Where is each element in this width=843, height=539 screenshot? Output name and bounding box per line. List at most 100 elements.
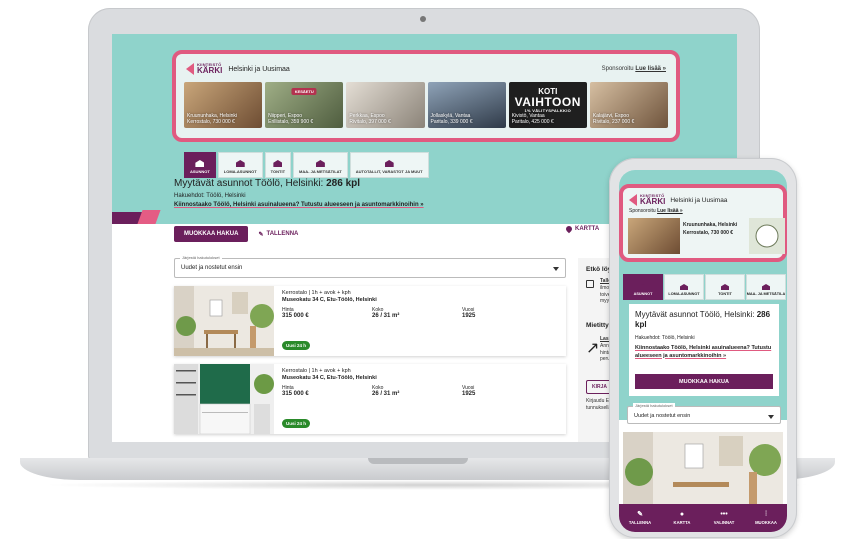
tab-loma-asunnot[interactable]: LOMA-ASUNNOT [664,274,704,300]
page-title: Myytävät asunnot Töölö, Helsinki: 286 kp… [174,178,361,189]
tab-maa-ja-metsatilat[interactable]: MAA- JA METSÄTILA [746,274,786,300]
sort-label: Järjestä hakutulokset [633,403,675,408]
sponsored-tiles: Kruununhaka, Helsinki Kerrostalo, 730 000… [184,82,669,128]
phone-screen: KIINTEISTÖ KÄRKI Helsinki ja Uusimaa Spo… [619,170,787,532]
tile-price: Kerrostalo, 730 000 € [187,118,235,125]
listing-details: Kerrostalo | 1h + avok + kph Museokatu 3… [282,368,560,397]
sponsored-tile-photo[interactable] [749,218,785,254]
sponsored-tile-text[interactable]: Kruununhaka, Helsinki Kerrostalo, 730 00… [683,222,737,237]
sort-value: Uudet ja nostetut ensin [634,413,691,419]
sponsor-region: Helsinki ja Uusimaa [670,196,728,204]
sponsored-tile[interactable]: KOTI VAIHTOON 1% VÄLITYSPALKKIO Kivistö,… [508,82,587,128]
nav-options[interactable]: ••• VALINNAT [703,504,745,532]
edit-icon: ✎ [258,231,264,238]
sponsored-tile[interactable]: Kruununhaka, Helsinki Kerrostalo, 730 000… [184,82,263,128]
listing-card[interactable]: Kerrostalo | 1h + avok + kph Museokatu 3… [174,286,566,356]
sort-select[interactable]: Järjestä hakutulokset Uudet ja nostetut … [627,403,781,424]
listing-photo[interactable] [623,432,783,504]
tab-loma-asunnot[interactable]: LOMA-ASUNNOT [217,152,263,178]
sponsored-tile[interactable]: Perkkaa, Espoo Rivitalo, 397 000 € [346,82,425,128]
sponsored-tile[interactable]: Jollaskylä, Vantaa Paritalo, 339 000 € [427,82,506,128]
apartment-icon [195,160,205,167]
trend-icon: ↗ [586,340,600,357]
nav-edit[interactable]: ⫶ MUOKKAA [745,504,787,532]
nav-map[interactable]: ● KARTTA [661,504,703,532]
garage-icon [384,160,394,167]
search-criteria: Hakuehdot: Töölö, Helsinki [635,335,695,342]
farm-icon [315,160,325,167]
listing-photo-image [174,286,274,356]
brand-logo[interactable]: KIINTEISTÖ KÄRKI [640,194,665,206]
area-info-link[interactable]: Kiinnostaako Töölö, Helsinki asuinalueen… [635,345,773,360]
edit-search-button[interactable]: MUOKKAA HAKUA [174,226,249,242]
sponsored-banner: KIINTEISTÖ KÄRKI Helsinki ja Uusimaa Spo… [172,50,680,142]
category-tabs: ASUNNOT LOMA-ASUNNOT TONTIT MAA- JA METS… [623,274,786,300]
category-tabs: ASUNNOT LOMA-ASUNNOT TONTIT MAA- JA METS… [184,152,429,178]
sponsored-note: Sponsoroitu Lue lisää » [629,208,683,214]
listing-photo[interactable] [174,364,274,434]
filter-icon: ⫶ [765,511,767,518]
tile-price: Rivitalo, 397 000 € [349,118,391,125]
sponsored-header: KIINTEISTÖ KÄRKI Helsinki ja Uusimaa Spo… [186,62,666,76]
listing-type: Kerrostalo | 1h + avok + kph [282,290,351,296]
sponsored-label: Sponsoroitu [601,66,634,72]
save-search-link[interactable]: ✎ TALLENNA [258,231,298,238]
listing-card[interactable]: Kerrostalo | 1h + avok + kph Museokatu 3… [174,364,566,434]
tab-asunnot[interactable]: ASUNNOT [623,274,663,300]
sponsored-tile[interactable]: Kalajärvi, Espoo Rivitalo, 237 000 € [589,82,669,128]
read-more-link[interactable]: Lue lisää » [635,66,666,72]
sidebar-footer: Kirjaudu Et tunnuksella [586,398,612,411]
plot-icon [273,160,283,167]
tile-price: Paritalo, 425 000 € [511,118,554,125]
map-link[interactable]: KARTTA [564,224,599,234]
listing-address[interactable]: Museokatu 34 C, Etu-Töölö, Helsinki [282,297,560,303]
brand-name: KÄRKI [197,66,223,75]
area-info-link[interactable]: Kiinnostaako Töölö, Helsinki asuinalueen… [174,202,594,208]
listing-price: 315 000 € [282,313,309,319]
tile-price: Rivitalo, 237 000 € [592,118,635,125]
sponsor-region: Helsinki ja Uusimaa [228,65,290,73]
sponsored-tile[interactable]: KESÄETU Niipperi, Espoo Erillistalo, 359 … [265,82,344,128]
listing-photo-image [623,432,783,504]
listing-details: Kerrostalo | 1h + avok + kph Museokatu 3… [282,290,560,319]
results-actions: MUOKKAA HAKUA ✎ TALLENNA [174,226,298,242]
listing-size: 26 / 31 m² [372,313,400,319]
search-criteria: Hakuehdot: Töölö, Helsinki [174,193,246,199]
tab-tontit[interactable]: TONTIT [705,274,745,300]
listing-price: 315 000 € [282,391,309,397]
sponsored-tile-photo[interactable] [628,218,680,254]
tab-maa-ja-metsatilat[interactable]: MAA- JA METSÄTILAT [293,152,348,178]
read-more-link[interactable]: Lue lisää » [657,208,683,214]
brand-arrow-icon [186,63,194,75]
result-count: 286 kpl [326,178,361,189]
bottom-nav: ✎ TALLENNA ● KARTTA ••• VALINNAT ⫶ MUOKKAA [619,504,787,532]
edit-icon: ✎ [637,511,643,518]
tab-autotallit[interactable]: AUTOTALLIT, VARASTOT JA MUUT [349,152,429,178]
more-icon: ••• [720,511,728,518]
chevron-down-icon [553,267,559,271]
new-badge: Uusi 24 h [282,341,311,350]
listing-year: 1925 [462,391,476,397]
listing-address[interactable]: Museokatu 34 C, Etu-Töölö, Helsinki [282,375,560,381]
cottage-icon [235,160,245,167]
sort-value: Uudet ja nostetut ensin [181,265,243,271]
listing-type: Kerrostalo | 1h + avok + kph [282,368,351,374]
brand-arrow-icon [629,194,637,206]
listing-photo[interactable] [174,286,274,356]
bell-icon [586,280,594,288]
map-pin-icon [564,224,574,234]
tab-asunnot[interactable]: ASUNNOT [184,152,216,178]
laptop-notch [368,458,468,464]
edit-search-button[interactable]: MUOKKAA HAKUA [635,374,773,389]
sort-select[interactable]: Järjestä hakutulokset Uudet ja nostetut … [174,255,566,278]
cottage-icon [680,284,688,290]
tab-tontit[interactable]: TONTIT [264,152,292,178]
page-title: Myytävät asunnot Töölö, Helsinki: 286 kp… [635,310,771,329]
chevron-down-icon [768,415,774,419]
apartment-icon [639,284,647,290]
results-header: Myytävät asunnot Töölö, Helsinki: 286 kp… [629,304,779,396]
brand-logo[interactable]: KIINTEISTÖ KÄRKI [186,63,222,75]
nav-save[interactable]: ✎ TALLENNA [619,504,661,532]
tile-badge: KESÄETU [291,88,317,95]
device-mockup: KIINTEISTÖ KÄRKI Helsinki ja Uusimaa Spo… [0,0,843,539]
